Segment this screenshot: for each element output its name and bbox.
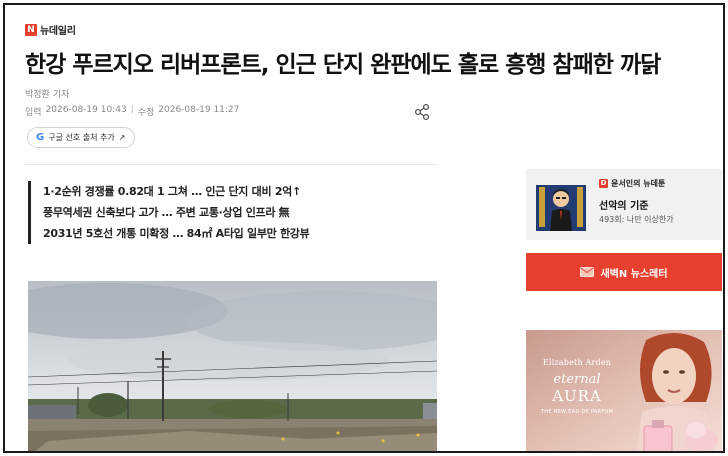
header-divider bbox=[25, 164, 437, 165]
columnist-badge-label: 윤서인의 뉴데툰 bbox=[611, 179, 666, 188]
article-summary: 1·2순위 경쟁률 0.82대 1 그쳐 … 인근 단지 대비 2억↑ 풍무역세… bbox=[28, 181, 434, 244]
ad-brand-name: Elizabeth Arden bbox=[542, 358, 612, 367]
summary-line: 1·2순위 경쟁률 0.82대 1 그쳐 … 인근 단지 대비 2억↑ bbox=[43, 185, 301, 198]
share-icon[interactable] bbox=[412, 102, 432, 122]
cartoon-badge-icon: D bbox=[599, 179, 608, 188]
google-pill-label: 구글 선호 출처 추가 bbox=[48, 133, 115, 142]
updated-label: 수정 bbox=[137, 108, 155, 118]
perfume-advertisement[interactable]: Elizabeth Arden eternal AURA THE NEW EAU… bbox=[526, 330, 722, 451]
newsletter-button[interactable]: 새벽N 뉴스레터 bbox=[526, 253, 722, 291]
article-byline[interactable]: 박정환 기자 bbox=[25, 87, 69, 100]
article-dates: 입력 2026-08-19 10:43 | 수정 2026-08-19 11:2… bbox=[25, 105, 239, 118]
cartoon-thumbnail bbox=[536, 177, 586, 231]
ad-tagline: THE NEW EAU DE PARFUM bbox=[540, 409, 614, 415]
published-date: 2026-08-19 10:43 bbox=[45, 105, 127, 115]
columnist-card[interactable]: D 윤서인의 뉴데툰 선악의 기준 493회: 나만 이상한가 bbox=[526, 169, 722, 240]
columnist-subtitle: 493회: 나만 이상한가 bbox=[599, 215, 674, 224]
external-arrow-icon: ↗ bbox=[118, 133, 126, 142]
article-photo bbox=[28, 281, 437, 451]
page-frame: N 뉴데일리 한강 푸르지오 리버프론트, 인근 단지 완판에도 홀로 흥행 참… bbox=[3, 3, 725, 453]
summary-line: 풍무역세권 신축보다 고가 … 주변 교통·상업 인프라 無 bbox=[43, 206, 290, 219]
ad-product-line1: eternal bbox=[553, 372, 601, 387]
envelope-icon bbox=[580, 267, 595, 277]
newsletter-label: 새벽N 뉴스레터 bbox=[600, 268, 668, 280]
date-separator: | bbox=[130, 105, 134, 115]
ad-product-line2: AURA bbox=[552, 387, 602, 405]
google-icon: G bbox=[36, 132, 45, 143]
updated-date: 2026-08-19 11:27 bbox=[158, 105, 240, 115]
summary-line: 2031년 5호선 개통 미확정 … 84㎡ A타입 일부만 한강뷰 bbox=[43, 227, 310, 240]
columnist-title[interactable]: 선악의 기준 bbox=[599, 197, 648, 212]
brand-name: 뉴데일리 bbox=[40, 26, 76, 37]
brand-logo-icon: N bbox=[25, 23, 37, 36]
google-preferred-source-button[interactable]: G 구글 선호 출처 추가 ↗ bbox=[27, 127, 136, 148]
site-brand[interactable]: N 뉴데일리 bbox=[25, 22, 76, 37]
article-headline: 한강 푸르지오 리버프론트, 인근 단지 완판에도 홀로 흥행 참패한 까닭 bbox=[25, 52, 661, 78]
columnist-badge: D 윤서인의 뉴데툰 bbox=[599, 178, 665, 189]
published-label: 입력 bbox=[25, 108, 42, 118]
